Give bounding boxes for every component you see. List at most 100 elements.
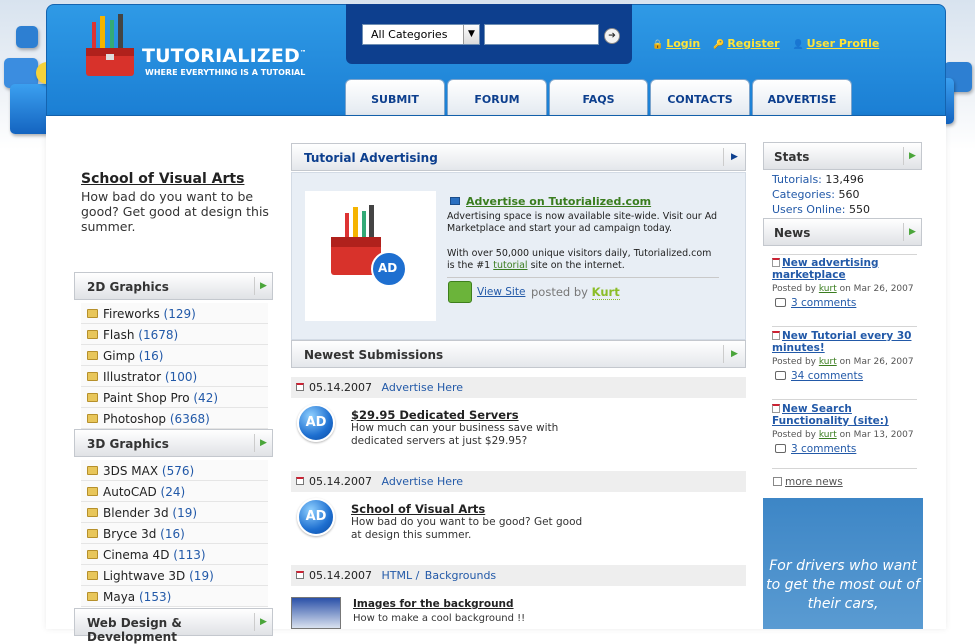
arrow-right-icon[interactable]: ▶ xyxy=(254,613,272,631)
folder-icon xyxy=(87,414,98,423)
sidebar-item-paint-shop-pro[interactable]: Paint Shop Pro (42) xyxy=(81,387,268,408)
news-posted-label: Posted by xyxy=(772,284,816,294)
news-date: on Mar 26, 2007 xyxy=(839,357,914,367)
category-count: (24) xyxy=(160,485,186,499)
stats-header: Stats ▶ xyxy=(763,142,922,170)
sidebar-section-title: Web Design & Development xyxy=(87,616,182,644)
magnifier-icon[interactable] xyxy=(448,281,472,303)
submission-category-link[interactable]: Advertise Here xyxy=(381,381,463,394)
register-link[interactable]: Register xyxy=(727,37,779,50)
submission-title-link[interactable]: Images for the background xyxy=(353,598,514,610)
sidebar-section-2d-graphics[interactable]: 2D Graphics ▶ xyxy=(74,272,273,300)
arrow-right-icon[interactable]: ▶ xyxy=(723,148,745,166)
category-count: (100) xyxy=(164,370,198,384)
news-title-link[interactable]: New Tutorial every 30 minutes! xyxy=(772,330,912,354)
category-count: (113) xyxy=(173,548,206,562)
stat-label: Categories: xyxy=(772,188,835,201)
newest-submissions-header: Newest Submissions ▶ xyxy=(291,340,746,368)
sidebar-item-flash[interactable]: Flash (1678) xyxy=(81,324,268,345)
arrow-right-icon[interactable]: ▶ xyxy=(903,223,921,241)
ad-toolbox-image[interactable]: AD xyxy=(305,191,436,321)
category-count: (42) xyxy=(193,391,219,405)
news-author-link[interactable]: kurt xyxy=(819,357,837,367)
comment-icon xyxy=(775,298,786,307)
section-title: Newest Submissions xyxy=(304,348,444,362)
user-links: 🔒 Login 🔑 Register 👤 User Profile xyxy=(652,37,888,50)
author-link[interactable]: Kurt xyxy=(591,285,620,300)
submission-description: How to make a cool background !! xyxy=(353,613,526,624)
submission-thumbnail[interactable] xyxy=(291,597,341,629)
folder-icon xyxy=(87,529,98,538)
section-title: News xyxy=(774,226,811,240)
sidebar-item-bryce-3d[interactable]: Bryce 3d (16) xyxy=(81,523,268,544)
stat-value: 560 xyxy=(838,188,860,201)
toolbox-logo-icon[interactable] xyxy=(86,14,136,78)
advertise-link[interactable]: Advertise on Tutorialized.com xyxy=(466,195,651,208)
news-title-link[interactable]: New advertising marketplace xyxy=(772,257,912,281)
comment-icon xyxy=(775,371,786,380)
category-name: Gimp xyxy=(103,349,135,363)
user-profile-link[interactable]: User Profile xyxy=(807,37,880,50)
sidebar-item-maya[interactable]: Maya (153) xyxy=(81,586,268,607)
category-count: (19) xyxy=(189,569,214,583)
sidebar-item-illustrator[interactable]: Illustrator (100) xyxy=(81,366,268,387)
news-comments-link[interactable]: 34 comments xyxy=(775,370,863,382)
news-comments-text: 3 comments xyxy=(791,443,857,455)
category-count: (576) xyxy=(161,464,195,478)
tab-contacts[interactable]: CONTACTS xyxy=(650,79,750,115)
tab-forum[interactable]: FORUM xyxy=(447,79,547,115)
sidebar-item-photoshop[interactable]: Photoshop (6368) xyxy=(81,408,268,429)
ad-divider xyxy=(447,277,719,278)
news-comments-link[interactable]: 3 comments xyxy=(775,297,856,309)
submission-subcategory-link[interactable]: Backgrounds xyxy=(425,569,496,582)
tab-submit[interactable]: SUBMIT xyxy=(345,79,445,115)
promo-title-link[interactable]: School of Visual Arts xyxy=(81,171,244,187)
sidebar-item-autocad[interactable]: AutoCAD (24) xyxy=(81,481,268,502)
sidebar-item-lightwave-3d[interactable]: Lightwave 3D (19) xyxy=(81,565,268,586)
ad-description-2: With over 50,000 unique visitors daily, … xyxy=(447,248,722,272)
promo-text: How bad do you want to be good? Get good… xyxy=(81,189,269,234)
tab-advertise[interactable]: ADVERTISE xyxy=(752,79,852,115)
copy-icon xyxy=(773,477,782,486)
search-go-button[interactable]: ➔ xyxy=(604,28,620,44)
ad-badge-icon[interactable]: AD xyxy=(297,404,335,442)
sidebar-section-web-design[interactable]: Web Design & Development ▶ xyxy=(74,608,273,644)
sidebar-item-gimp[interactable]: Gimp (16) xyxy=(81,345,268,366)
sidebar-item-blender-3d[interactable]: Blender 3d (19) xyxy=(81,502,268,523)
category-name: Flash xyxy=(103,328,135,342)
news-comments-link[interactable]: 3 comments xyxy=(775,443,856,455)
submission-category-link[interactable]: Advertise Here xyxy=(381,475,463,488)
view-site-link[interactable]: View Site xyxy=(477,286,525,298)
news-author-link[interactable]: kurt xyxy=(819,430,837,440)
more-news-link[interactable]: more news xyxy=(773,476,843,488)
ad-banner[interactable]: For drivers who want to get the most out… xyxy=(763,498,923,629)
site-logo-text[interactable]: TUTORIALIZED™ xyxy=(142,45,306,67)
category-count: (6368) xyxy=(169,412,210,426)
tab-faqs[interactable]: FAQS xyxy=(549,79,648,115)
sidebar-section-3d-graphics[interactable]: 3D Graphics ▶ xyxy=(74,429,273,457)
category-name: 3DS MAX xyxy=(103,464,159,478)
tutorial-link[interactable]: tutorial xyxy=(493,260,527,271)
submission-title-link[interactable]: $29.95 Dedicated Servers xyxy=(351,408,519,422)
news-title-link[interactable]: New Search Functionality (site:) xyxy=(772,403,912,427)
arrow-right-icon[interactable]: ▶ xyxy=(903,147,921,165)
news-divider xyxy=(772,399,917,400)
news-title-text: New advertising marketplace xyxy=(772,257,879,281)
submission-date-bar: 05.14.2007 HTML / Backgrounds xyxy=(291,565,746,586)
news-meta: Posted by kurt on Mar 26, 2007 xyxy=(772,357,914,367)
login-link[interactable]: Login xyxy=(666,37,700,50)
search-input[interactable] xyxy=(484,24,599,45)
ad-badge-icon[interactable]: AD xyxy=(297,498,335,536)
news-author-link[interactable]: kurt xyxy=(819,284,837,294)
arrow-right-icon[interactable]: ▶ xyxy=(254,434,272,452)
sidebar-item-cinema-4d[interactable]: Cinema 4D (113) xyxy=(81,544,268,565)
arrow-right-icon[interactable]: ▶ xyxy=(254,277,272,295)
document-icon xyxy=(772,404,780,413)
submission-title-link[interactable]: School of Visual Arts xyxy=(351,502,485,516)
arrow-right-icon[interactable]: ▶ xyxy=(723,345,745,363)
chevron-down-icon[interactable]: ▼ xyxy=(463,25,479,44)
sidebar-item-fireworks[interactable]: Fireworks (129) xyxy=(81,303,268,324)
sidebar-item-3ds-max[interactable]: 3DS MAX (576) xyxy=(81,460,268,481)
submission-category-link[interactable]: HTML / xyxy=(381,569,419,582)
category-select[interactable]: All Categories ▼ xyxy=(362,24,480,45)
